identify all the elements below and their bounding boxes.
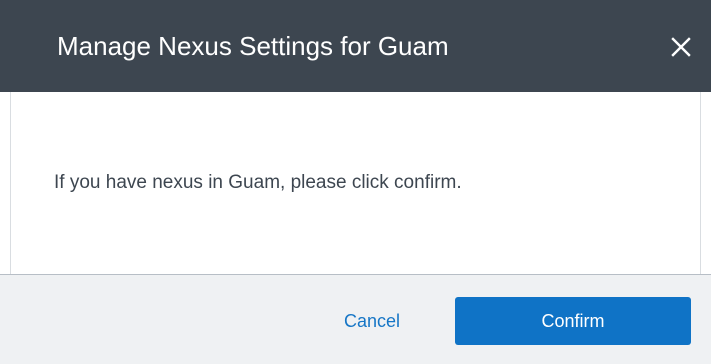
dialog-message: If you have nexus in Guam, please click …	[54, 172, 462, 193]
dialog-header: Manage Nexus Settings for Guam	[0, 0, 711, 92]
dialog-title: Manage Nexus Settings for Guam	[57, 31, 449, 61]
confirm-button[interactable]: Confirm	[455, 297, 691, 345]
dialog-body: If you have nexus in Guam, please click …	[0, 92, 711, 274]
manage-nexus-dialog: Manage Nexus Settings for Guam If you ha…	[0, 0, 711, 364]
dialog-left-border	[10, 92, 11, 274]
close-icon	[671, 37, 691, 57]
close-button[interactable]	[662, 28, 700, 66]
cancel-button[interactable]: Cancel	[318, 297, 426, 345]
dialog-right-border	[700, 92, 701, 274]
dialog-footer: Cancel Confirm	[0, 274, 711, 364]
